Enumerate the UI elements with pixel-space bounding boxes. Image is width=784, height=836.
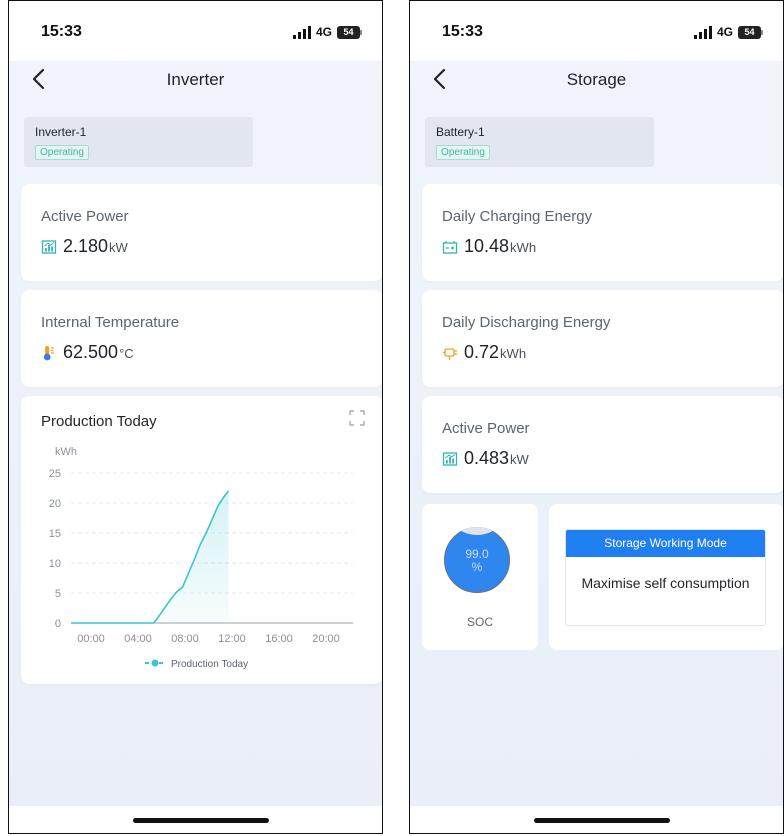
home-indicator[interactable] <box>534 818 670 823</box>
battery-icon: 54 <box>337 25 362 39</box>
home-bar <box>410 806 783 833</box>
y-tick-label: 5 <box>55 588 61 600</box>
metric-value: 0.72 <box>464 342 500 362</box>
x-tick-label: 20:00 <box>312 633 340 645</box>
metric-unit: kW <box>109 240 128 255</box>
soc-label: SOC <box>466 615 493 629</box>
y-tick-label: 25 <box>49 468 61 480</box>
power-chart-icon <box>442 451 458 466</box>
y-axis-unit: kWh <box>55 446 77 458</box>
charging-battery-icon <box>442 240 458 254</box>
metric-label: Daily Charging Energy <box>442 208 593 225</box>
device-name: Battery-1 <box>436 125 485 139</box>
status-indicators: 4G 54 <box>292 25 362 39</box>
legend-label: Production Today <box>171 659 248 670</box>
daily-charging-card: Daily Charging Energy 10.48 kWh <box>422 184 783 281</box>
legend-dot-icon <box>151 659 159 667</box>
soc-card: 99.0 % SOC <box>422 504 538 650</box>
metric-value: 2.180 <box>63 236 109 256</box>
power-chart-icon <box>41 239 57 254</box>
battery-icon: 54 <box>738 25 763 39</box>
signal-icon <box>693 25 712 39</box>
metric-row: 62.500 °C <box>41 342 134 363</box>
production-chart: kWh 0 5 10 15 20 25 00:00 04:00 08:00 12:00 16:00… <box>49 446 353 670</box>
home-bar <box>9 806 382 833</box>
x-tick-label: 00:00 <box>77 633 105 645</box>
daily-discharging-card: Daily Discharging Energy 0.72 kWh <box>422 290 783 387</box>
series-area-production-today <box>71 491 229 623</box>
chart-legend[interactable]: Production Today <box>145 659 248 670</box>
metric-row: 0.72 kWh <box>442 342 526 363</box>
storage-screen: 15:33 4G 54 Storage Battery-1 Operating … <box>409 0 784 834</box>
metric-row: 0.483 kW <box>442 448 529 469</box>
battery-level: 54 <box>738 25 761 39</box>
network-type: 4G <box>716 25 733 39</box>
device-name: Inverter-1 <box>35 125 87 139</box>
metric-value: 0.483 <box>464 448 510 468</box>
thermometer-icon <box>43 345 54 360</box>
status-indicators: 4G 54 <box>693 25 763 39</box>
page-title: Storage <box>566 70 627 89</box>
metric-value: 10.48 <box>464 236 510 256</box>
home-indicator[interactable] <box>133 818 269 823</box>
discharging-plug-icon <box>443 347 457 360</box>
metric-label: Active Power <box>442 420 530 437</box>
soc-unit: % <box>471 560 483 574</box>
battery-level: 54 <box>337 25 360 39</box>
working-mode-title: Storage Working Mode <box>566 530 765 557</box>
x-tick-label: 08:00 <box>171 633 199 645</box>
x-tick-label: 12:00 <box>218 633 246 645</box>
internal-temperature-card: Internal Temperature 62.500 °C <box>21 290 382 387</box>
status-badge: Operating <box>436 145 490 160</box>
device-selector[interactable]: Inverter-1 Operating <box>24 117 253 167</box>
storage-active-power-card: Active Power 0.483 kW <box>422 396 783 493</box>
active-power-card: Active Power 2.180 kW <box>21 184 382 281</box>
y-tick-label: 10 <box>49 558 61 570</box>
status-time: 15:33 <box>41 23 82 40</box>
signal-icon <box>292 25 311 39</box>
status-badge: Operating <box>35 145 89 160</box>
x-tick-label: 16:00 <box>265 633 293 645</box>
status-time: 15:33 <box>442 23 483 40</box>
metric-value: 62.500 <box>63 342 119 362</box>
x-tick-label: 04:00 <box>124 633 152 645</box>
metric-unit: kW <box>510 452 529 467</box>
network-type: 4G <box>315 25 332 39</box>
y-tick-label: 20 <box>49 498 61 510</box>
soc-value-text: 99.0 % <box>444 548 510 574</box>
working-mode-card: Storage Working Mode Maximise self consu… <box>549 504 783 650</box>
metric-unit: kWh <box>500 346 527 361</box>
metric-label: Daily Discharging Energy <box>442 314 611 331</box>
metric-label: Internal Temperature <box>41 314 180 331</box>
inverter-screen: 15:33 4G 54 Inverter Inverter-1 Operatin… <box>8 0 383 834</box>
working-mode-box[interactable]: Storage Working Mode Maximise self consu… <box>565 529 766 626</box>
metric-row: 2.180 kW <box>41 236 128 257</box>
metric-unit: kWh <box>510 240 537 255</box>
page-title: Inverter <box>166 70 225 89</box>
metric-row: 10.48 kWh <box>442 236 536 257</box>
working-mode-value: Maximise self consumption <box>581 575 750 591</box>
status-bar: 15:33 4G 54 <box>9 1 382 61</box>
y-tick-label: 15 <box>49 528 61 540</box>
device-selector[interactable]: Battery-1 Operating <box>425 117 654 167</box>
nav-bar: Storage <box>410 61 783 97</box>
nav-bar: Inverter <box>9 61 382 97</box>
metric-unit: °C <box>119 346 134 361</box>
metric-label: Active Power <box>41 208 129 225</box>
status-bar: 15:33 4G 54 <box>410 1 783 61</box>
y-tick-label: 0 <box>55 618 61 630</box>
production-chart-card: Production Today kWh 0 5 10 15 20 25 00:00 04:… <box>21 396 382 684</box>
